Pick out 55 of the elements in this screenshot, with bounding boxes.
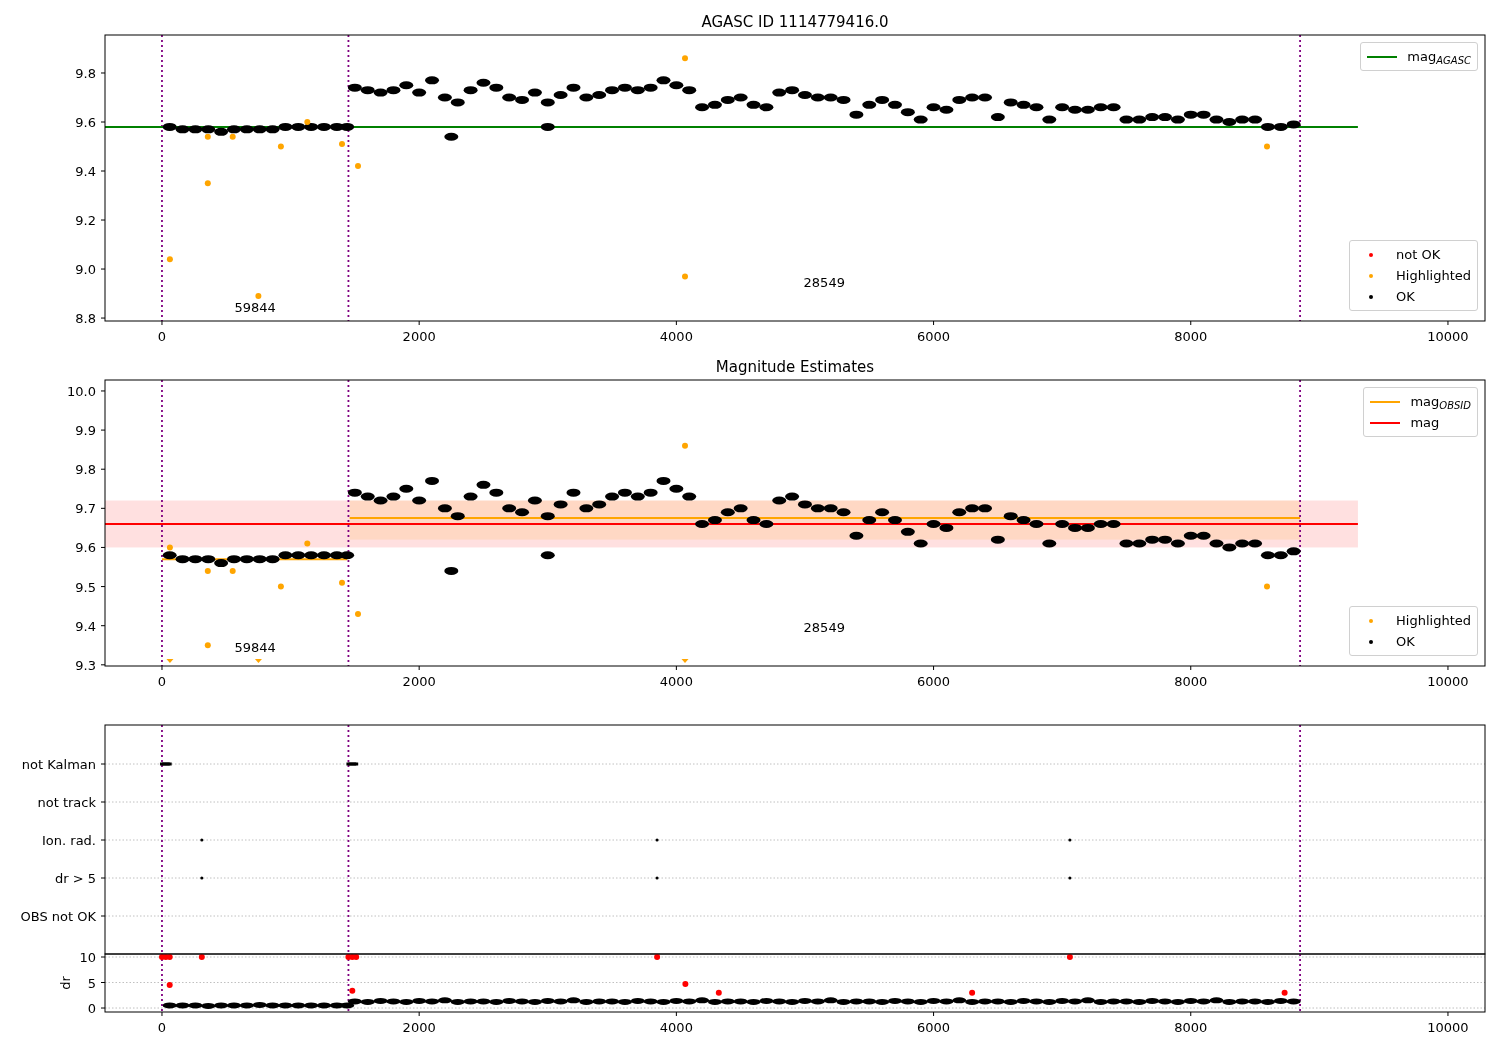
- tick-label: 9.6: [75, 115, 96, 130]
- figure-title: AGASC ID 1114779416.0: [701, 13, 889, 31]
- tick-label: 9.8: [75, 462, 96, 478]
- tick-label: 9.8: [75, 66, 96, 81]
- legend-label: OK: [1396, 288, 1415, 306]
- flag-label: not Kalman: [21, 757, 96, 772]
- tick-label: 9.6: [75, 540, 96, 556]
- tick-label: 8000: [1174, 674, 1208, 689]
- axis-title: dr: [58, 976, 73, 990]
- tick-label: 9.0: [75, 262, 96, 278]
- point-count-label: 28549: [803, 275, 845, 290]
- flag-label: OBS not OK: [20, 909, 96, 924]
- legend-label: OK: [1396, 633, 1415, 651]
- tick-label: 6000: [917, 1020, 951, 1035]
- tick-label: 0: [157, 329, 167, 344]
- flag-label: Ion. rad.: [42, 833, 96, 848]
- tick-label: 9.4: [75, 618, 96, 634]
- tick-label: 6000: [917, 674, 951, 689]
- legend-label: mag$_{AGASC}$: [1407, 48, 1471, 67]
- tick-label: 2000: [402, 674, 436, 689]
- tick-label: 0: [157, 674, 167, 689]
- tick-label: 0: [157, 1020, 167, 1035]
- tick-label: 9.5: [75, 579, 96, 595]
- legend-label: mag$_{OBSID}$: [1410, 393, 1471, 412]
- point-count-label: 59844: [234, 300, 276, 315]
- tick-label: 8.8: [75, 311, 96, 327]
- tick-label: 4000: [659, 674, 693, 689]
- tick-label: 8000: [1174, 329, 1208, 344]
- tick-label: 5: [87, 975, 96, 991]
- tick-label: 10.0: [67, 383, 96, 399]
- tick-label: 10000: [1427, 674, 1469, 689]
- tick-label: 9.3: [75, 657, 96, 673]
- tick-label: 10000: [1427, 329, 1469, 344]
- tick-label: 9.4: [75, 164, 96, 179]
- chart-title: Magnitude Estimates: [715, 358, 875, 376]
- tick-label: 9.7: [75, 501, 96, 517]
- legend-label: Highlighted: [1396, 612, 1471, 630]
- tick-label: 9.2: [75, 213, 96, 229]
- flag-label: not track: [37, 795, 96, 810]
- tick-label: 9.9: [75, 423, 96, 439]
- legend-label: Highlighted: [1396, 267, 1471, 285]
- tick-label: 10: [79, 950, 96, 965]
- legend-label: mag: [1410, 414, 1440, 432]
- tick-label: 2000: [402, 1020, 436, 1035]
- tick-label: 4000: [659, 1020, 693, 1035]
- point-count-label: 59844: [234, 640, 276, 655]
- tick-label: 10000: [1427, 1020, 1469, 1035]
- tick-label: 2000: [402, 329, 436, 344]
- tick-label: 6000: [917, 329, 951, 344]
- tick-label: 4000: [659, 329, 693, 344]
- tick-label: 8000: [1174, 1020, 1208, 1035]
- flag-label: dr > 5: [54, 871, 96, 886]
- point-count-label: 28549: [803, 620, 845, 635]
- tick-label: 0: [87, 1001, 96, 1016]
- legend-label: not OK: [1396, 246, 1441, 264]
